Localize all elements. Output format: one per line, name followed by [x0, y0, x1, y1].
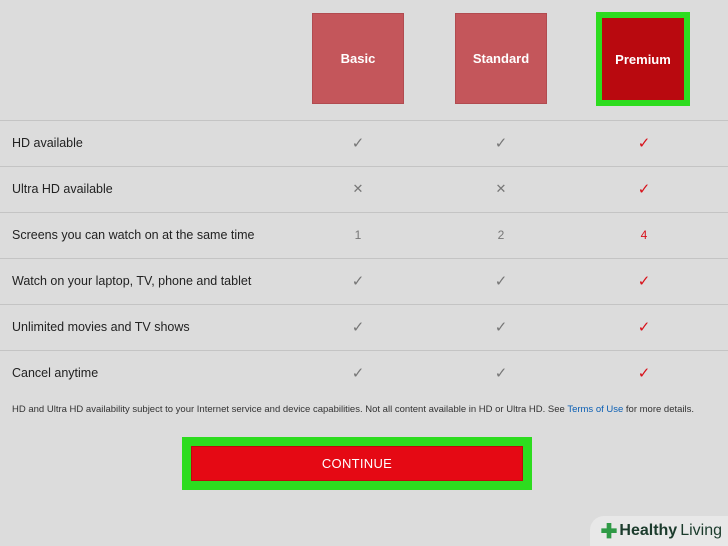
availability-footnote: HD and Ultra HD availability subject to … [12, 404, 712, 416]
feature-row: Ultra HD available [0, 166, 728, 212]
check-icon [471, 258, 531, 304]
feature-row: Unlimited movies and TV shows [0, 304, 728, 350]
cross-icon [471, 166, 531, 212]
feature-label: Unlimited movies and TV shows [12, 320, 190, 334]
check-icon [471, 120, 531, 166]
feature-row: Cancel anytime [0, 350, 728, 396]
continue-button[interactable]: CONTINUE [191, 446, 523, 481]
watermark-word-2: Living [680, 522, 722, 539]
plan-basic-button[interactable]: Basic [312, 13, 404, 104]
watermark-word-1: Healthy [619, 522, 678, 539]
check-icon [614, 350, 674, 396]
footnote-text-after: for more details. [623, 404, 695, 415]
check-icon [614, 166, 674, 212]
screen-count: 2 [497, 228, 505, 242]
check-icon [328, 258, 388, 304]
check-icon [614, 120, 674, 166]
plan-standard-button[interactable]: Standard [455, 13, 547, 104]
check-icon [328, 304, 388, 350]
cross-icon [328, 166, 388, 212]
feature-label: Ultra HD available [12, 182, 113, 196]
check-icon [328, 350, 388, 396]
screen-count: 4 [640, 228, 648, 242]
screen-count: 1 [354, 228, 362, 242]
feature-row: Watch on your laptop, TV, phone and tabl… [0, 258, 728, 304]
check-icon [471, 304, 531, 350]
check-icon [471, 350, 531, 396]
plan-premium-label: Premium [615, 51, 671, 67]
check-icon [614, 258, 674, 304]
healthy-living-watermark: ✚ Healthy Living [590, 516, 728, 546]
feature-label: Screens you can watch on at the same tim… [12, 228, 255, 242]
plus-logo-icon: ✚ [600, 520, 618, 543]
feature-row: Screens you can watch on at the same tim… [0, 212, 728, 258]
feature-row: HD available [0, 120, 728, 166]
check-icon [328, 120, 388, 166]
plan-selector: Basic Standard Premium [0, 0, 728, 120]
feature-label: Cancel anytime [12, 366, 99, 380]
plan-basic-label: Basic [340, 51, 376, 66]
check-icon [614, 304, 674, 350]
plan-standard-label: Standard [472, 51, 530, 66]
feature-label: Watch on your laptop, TV, phone and tabl… [12, 274, 252, 288]
plan-premium-button[interactable]: Premium [596, 12, 690, 106]
footnote-text-before: HD and Ultra HD availability subject to … [12, 404, 568, 415]
feature-label: HD available [12, 136, 83, 150]
terms-of-use-link[interactable]: Terms of Use [567, 404, 623, 415]
continue-highlight: CONTINUE [182, 437, 532, 490]
